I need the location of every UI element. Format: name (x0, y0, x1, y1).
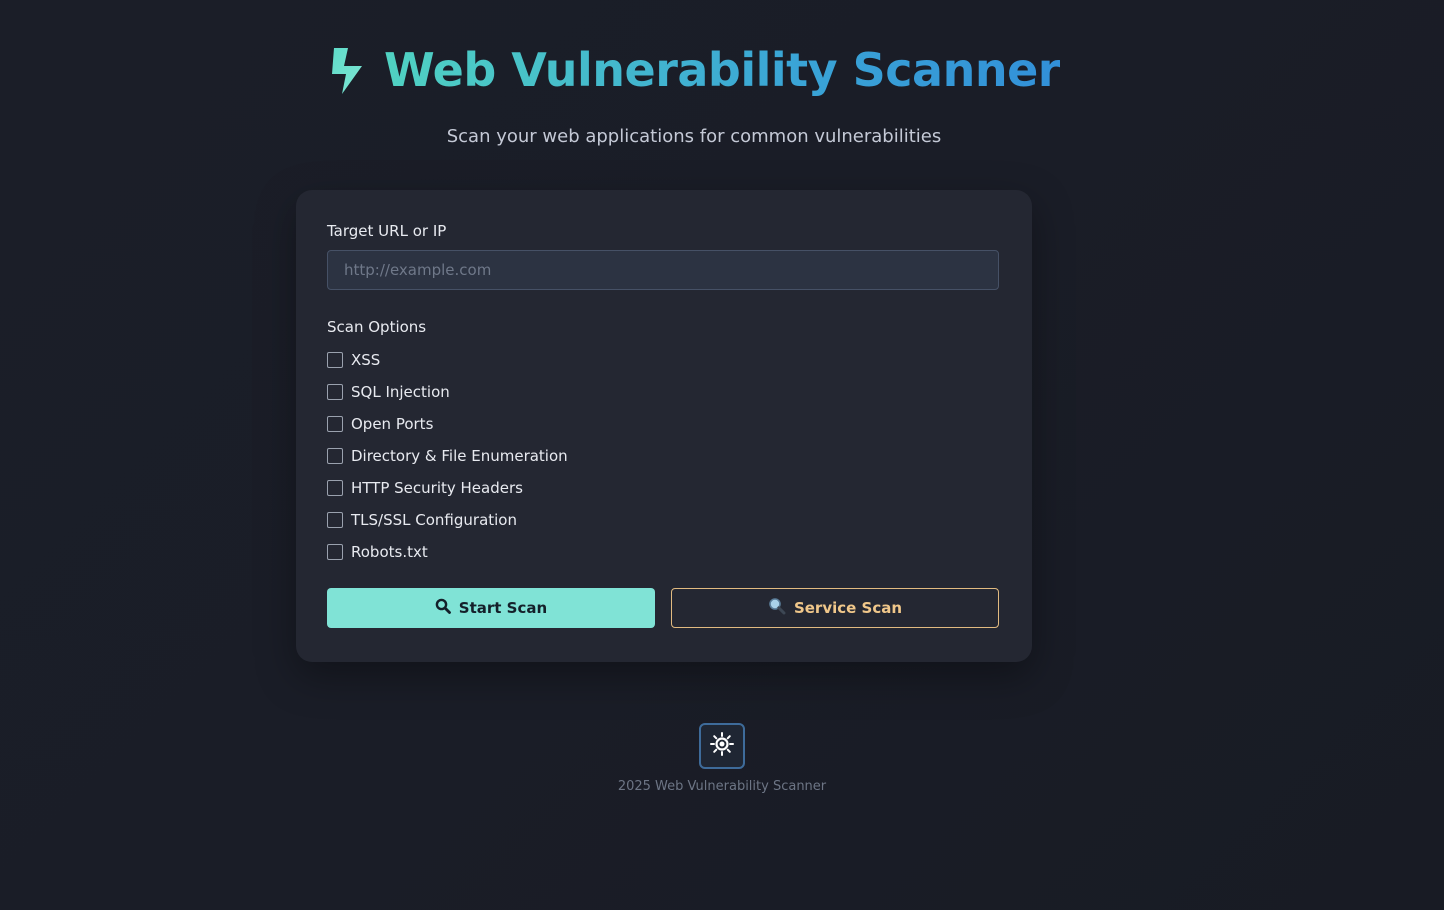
theme-toggle-button[interactable] (699, 723, 745, 769)
service-scan-label: Service Scan (793, 599, 903, 617)
scan-options-list: XSS SQL Injection Open Ports Directory &… (327, 344, 1001, 568)
footer-copyright: 2025 Web Vulnerability Scanner (617, 779, 827, 794)
url-label: Target URL or IP (327, 222, 447, 240)
option-label: Robots.txt (351, 543, 428, 561)
option-http-security-headers[interactable]: HTTP Security Headers (327, 472, 1001, 504)
option-label: Open Ports (351, 415, 434, 433)
http-security-headers-checkbox[interactable] (327, 480, 343, 496)
xss-checkbox[interactable] (327, 352, 343, 368)
option-open-ports[interactable]: Open Ports (327, 408, 1001, 440)
magnifier-icon (768, 597, 786, 619)
start-scan-button[interactable]: Start Scan (327, 588, 655, 628)
target-url-input[interactable] (327, 250, 999, 290)
option-label: HTTP Security Headers (351, 479, 523, 497)
option-directory-enumeration[interactable]: Directory & File Enumeration (327, 440, 1001, 472)
lightning-bolt-icon (328, 44, 366, 96)
scan-form-card: Target URL or IP Scan Options XSS SQL In… (296, 190, 1032, 662)
option-sql-injection[interactable]: SQL Injection (327, 376, 1001, 408)
directory-enumeration-checkbox[interactable] (327, 448, 343, 464)
action-buttons: Start Scan Service Scan (327, 588, 1001, 628)
option-label: SQL Injection (351, 383, 450, 401)
scan-options-label: Scan Options (327, 318, 427, 336)
start-scan-label: Start Scan (458, 599, 548, 617)
option-label: TLS/SSL Configuration (351, 511, 517, 529)
option-tls-ssl[interactable]: TLS/SSL Configuration (327, 504, 1001, 536)
option-xss[interactable]: XSS (327, 344, 1001, 376)
option-label: XSS (351, 351, 381, 369)
sql-injection-checkbox[interactable] (327, 384, 343, 400)
search-icon (435, 598, 451, 618)
service-scan-button[interactable]: Service Scan (671, 588, 999, 628)
option-label: Directory & File Enumeration (351, 447, 568, 465)
robots-txt-checkbox[interactable] (327, 544, 343, 560)
sun-icon (709, 731, 735, 761)
page-header: Web Vulnerability Scanner Scan your web … (0, 42, 1444, 147)
page-title: Web Vulnerability Scanner (384, 43, 1060, 97)
page-subtitle: Scan your web applications for common vu… (446, 126, 942, 147)
page-footer: 2025 Web Vulnerability Scanner (0, 723, 1444, 794)
title-row: Web Vulnerability Scanner (0, 42, 1444, 98)
tls-ssl-checkbox[interactable] (327, 512, 343, 528)
option-robots-txt[interactable]: Robots.txt (327, 536, 1001, 568)
open-ports-checkbox[interactable] (327, 416, 343, 432)
